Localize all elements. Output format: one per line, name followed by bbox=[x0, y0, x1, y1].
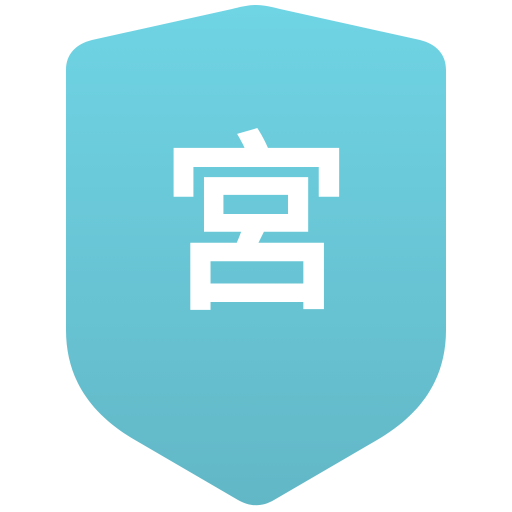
shield-icon: 宮 bbox=[66, 5, 446, 506]
app-icon: 宮 bbox=[0, 0, 512, 512]
badge-glyph: 宮 bbox=[161, 116, 351, 337]
